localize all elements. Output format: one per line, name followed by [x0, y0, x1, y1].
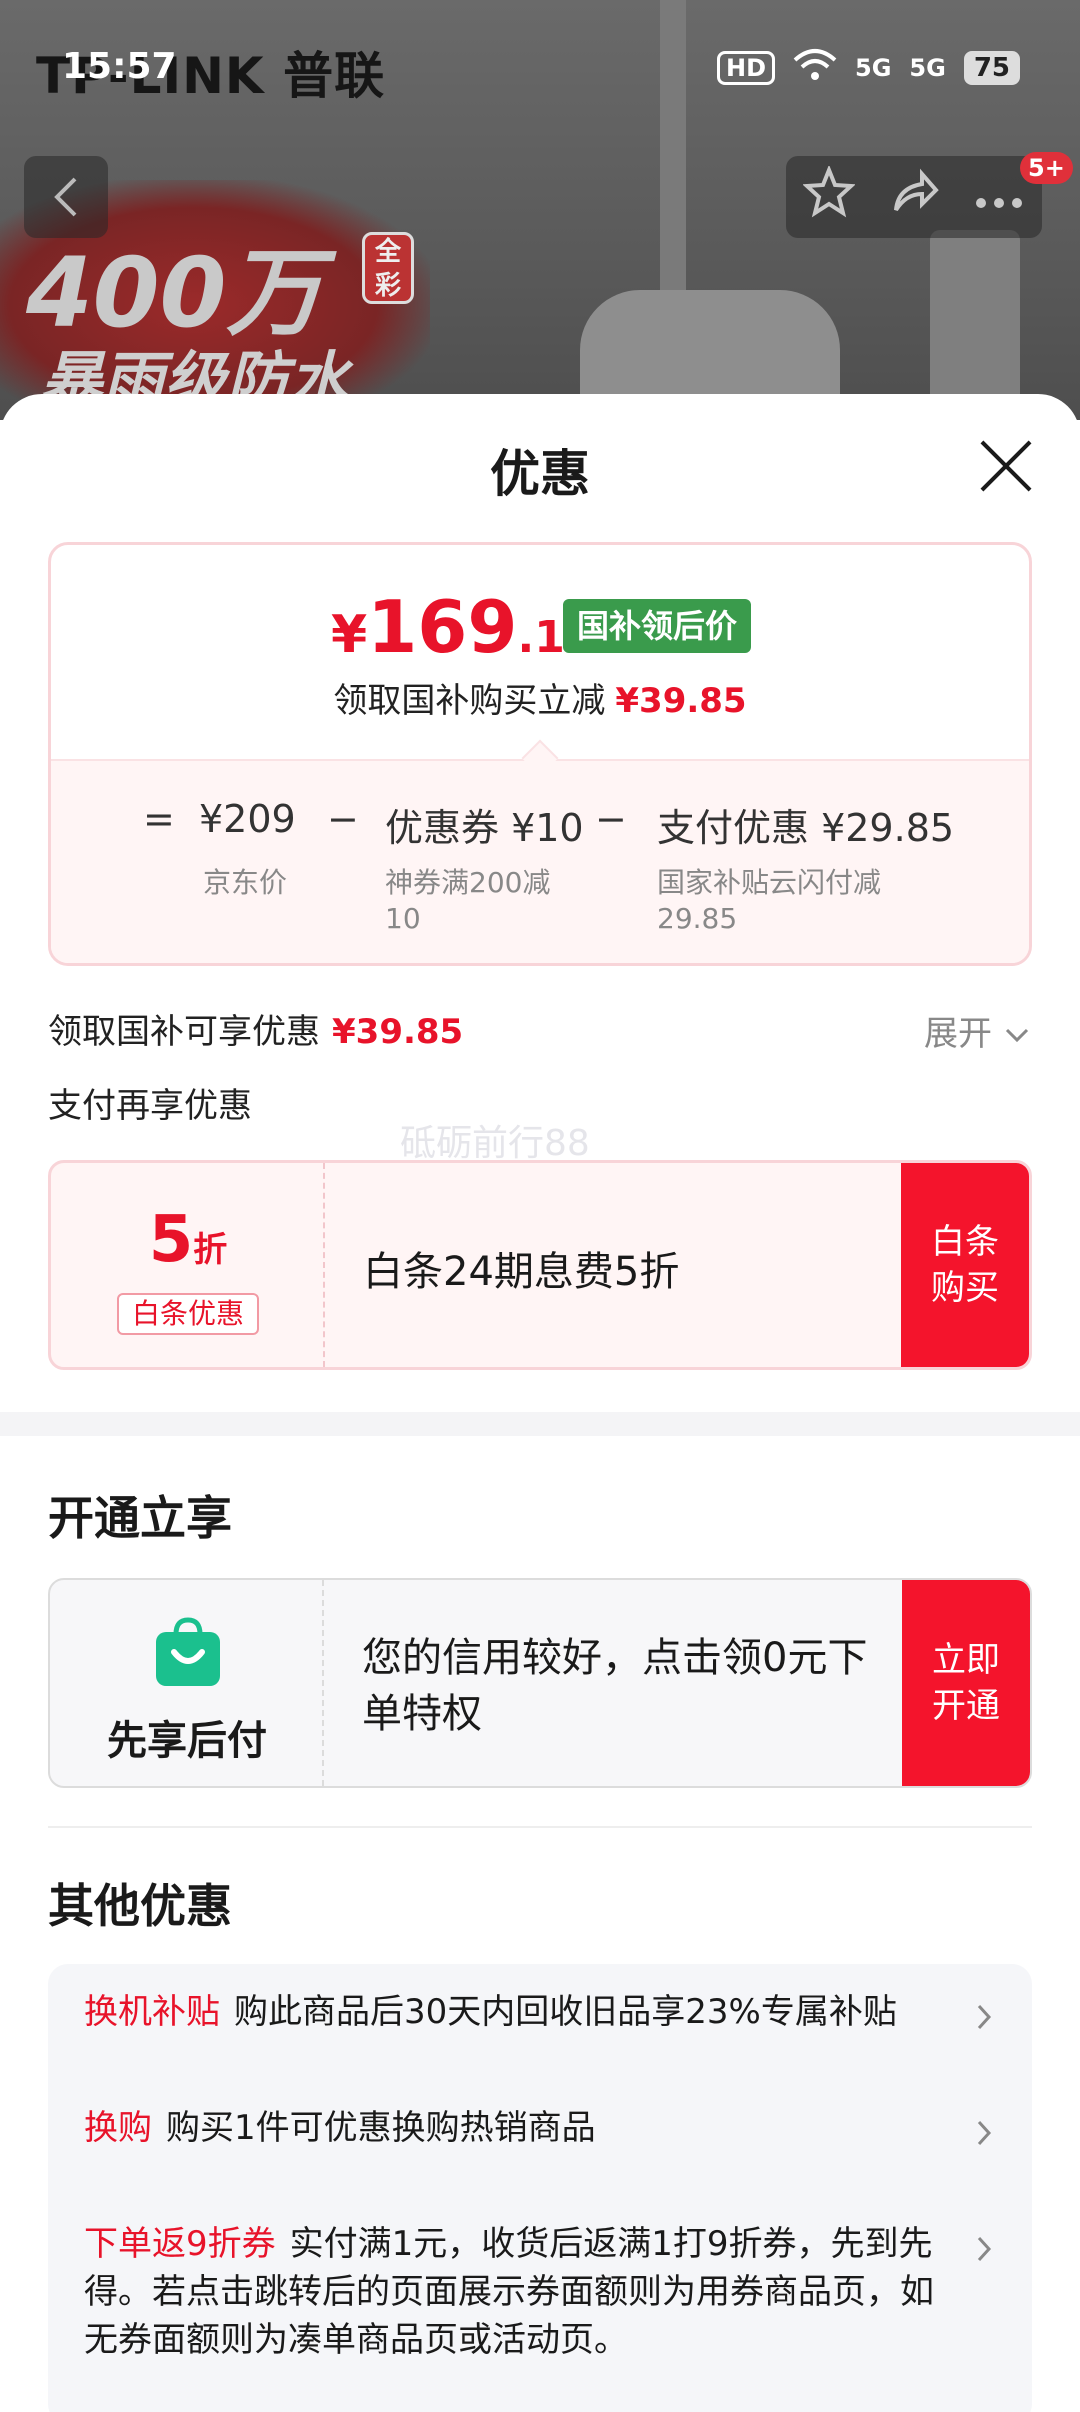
share-icon[interactable]	[888, 166, 940, 229]
chevron-right-icon[interactable]	[974, 2234, 994, 2264]
notification-badge: 5+	[1020, 152, 1073, 184]
subsidy-row-label: 领取国补可享优惠	[48, 1012, 320, 1052]
hd-icon: HD	[716, 51, 775, 85]
baitiao-tag: 白条优惠	[117, 1293, 259, 1335]
top-actions	[786, 156, 1042, 238]
more-icon[interactable]	[973, 170, 1025, 224]
list-item[interactable]: 换购 购买1件可优惠换购热销商品	[84, 2104, 964, 2152]
subsidy-row-amount: ¥39.85	[332, 1012, 464, 1052]
back-button[interactable]	[24, 156, 108, 238]
pay-later-description: 您的信用较好，点击领0元下单特权	[362, 1635, 868, 1737]
wifi-icon	[793, 48, 837, 88]
baitiao-description: 白条24期息费5折	[363, 1249, 680, 1295]
product-image	[660, 0, 686, 300]
offer-text: 购此商品后30天内回收旧品享23%专属补贴	[234, 1992, 897, 2032]
price-calculation: = ¥209 京东价 − 优惠券 ¥10 神券满200减10 − 支付优惠 ¥2…	[51, 759, 1029, 963]
baitiao-offer-card[interactable]: 5折 白条优惠 白条24期息费5折 白条购买	[48, 1160, 1032, 1370]
final-price-area: ¥169.15 国补领后价 领取国补购买立减 ¥39.85	[51, 545, 1029, 759]
signal-5g-icon: 5G	[855, 54, 892, 82]
divider-line	[48, 1826, 1032, 1828]
pay-more-label: 支付再享优惠	[48, 1086, 252, 1126]
pay-later-name: 先享后付	[107, 1718, 267, 1764]
list-item[interactable]: 下单返9折券 实付满1元，收货后返满1打9折券，先到先得。若点击跳转后的页面展示券…	[84, 2220, 964, 2364]
enable-section-title: 开通立享	[48, 1491, 232, 1545]
other-offers-list: 换机补贴 购此商品后30天内回收旧品享23%专属补贴 换购 购买1件可优惠换购热销商…	[48, 1964, 1032, 2412]
offer-label: 换机补贴	[84, 1992, 220, 2032]
pay-later-card[interactable]: 先享后付 您的信用较好，点击领0元下单特权 立即开通	[48, 1578, 1032, 1788]
status-time: 15:57	[62, 46, 177, 87]
price-currency: ¥	[331, 605, 368, 665]
chevron-left-icon	[54, 177, 77, 217]
minus-sign-2: −	[595, 797, 627, 841]
list-item[interactable]: 换机补贴 购此商品后30天内回收旧品享23%专属补贴	[84, 1988, 964, 2036]
offer-text: 购买1件可优惠换购热销商品	[166, 2108, 596, 2148]
watermark: 砥砺前行88	[400, 1123, 590, 1164]
base-price: ¥209	[199, 797, 296, 841]
subsidy-price-tag: 国补领后价	[563, 599, 752, 653]
expand-label: 展开	[924, 1014, 992, 1054]
subsidy-row: 领取国补可享优惠 ¥39.85	[48, 1004, 463, 1053]
discount-value: 5折	[51, 1203, 325, 1277]
status-icons: HD 5G 5G 75	[716, 48, 1020, 88]
expand-button[interactable]: 展开	[924, 1006, 1031, 1055]
chevron-down-icon	[1005, 1028, 1028, 1043]
chevron-right-icon[interactable]	[974, 2118, 994, 2148]
promo-tag: 全彩	[362, 232, 414, 304]
battery-icon: 75	[963, 51, 1020, 85]
section-divider	[0, 1412, 1080, 1436]
star-icon[interactable]	[801, 164, 856, 229]
baitiao-offer-left: 5折 白条优惠	[51, 1163, 325, 1367]
signal-5g-icon-2: 5G	[909, 54, 946, 82]
discount-sheet: 优惠 ¥169.15 国补领后价 领取国补购买立减 ¥39.85 = ¥209 京…	[0, 394, 1080, 2412]
shopping-bag-icon	[156, 1617, 220, 1686]
payment-discount: 支付优惠 ¥29.85	[657, 806, 955, 850]
sheet-title: 优惠	[490, 445, 590, 503]
price-integer: 169	[367, 585, 518, 669]
discount-number: 5	[148, 1203, 194, 1277]
payment-discount-label: 国家补贴云闪付减29.85	[657, 866, 882, 935]
baitiao-buy-button[interactable]: 白条购买	[901, 1163, 1029, 1367]
product-image-mount	[930, 230, 1020, 420]
chevron-right-icon[interactable]	[974, 2002, 994, 2032]
subsidy-summary-amount: ¥39.85	[615, 681, 747, 721]
other-section-title: 其他优惠	[48, 1879, 232, 1933]
offer-label: 下单返9折券	[84, 2224, 276, 2264]
subsidy-summary-label: 领取国补购买立减	[333, 681, 606, 721]
price-breakdown-card: ¥169.15 国补领后价 领取国补购买立减 ¥39.85 = ¥209 京东价 …	[48, 542, 1032, 966]
base-price-label: 京东价	[203, 866, 288, 899]
subsidy-summary: 领取国补购买立减 ¥39.85	[51, 673, 1029, 722]
final-price: ¥169.15	[331, 585, 595, 669]
minus-sign-1: −	[327, 797, 359, 841]
discount-unit: 折	[193, 1230, 228, 1270]
equals-sign: =	[143, 797, 175, 841]
enable-now-button[interactable]: 立即开通	[902, 1580, 1030, 1786]
coupon-amount: 优惠券 ¥10	[385, 806, 584, 850]
pay-later-left: 先享后付	[50, 1580, 324, 1786]
offer-label: 换购	[84, 2108, 152, 2148]
coupon-label: 神券满200减10	[385, 866, 551, 935]
close-icon[interactable]	[978, 438, 1034, 494]
